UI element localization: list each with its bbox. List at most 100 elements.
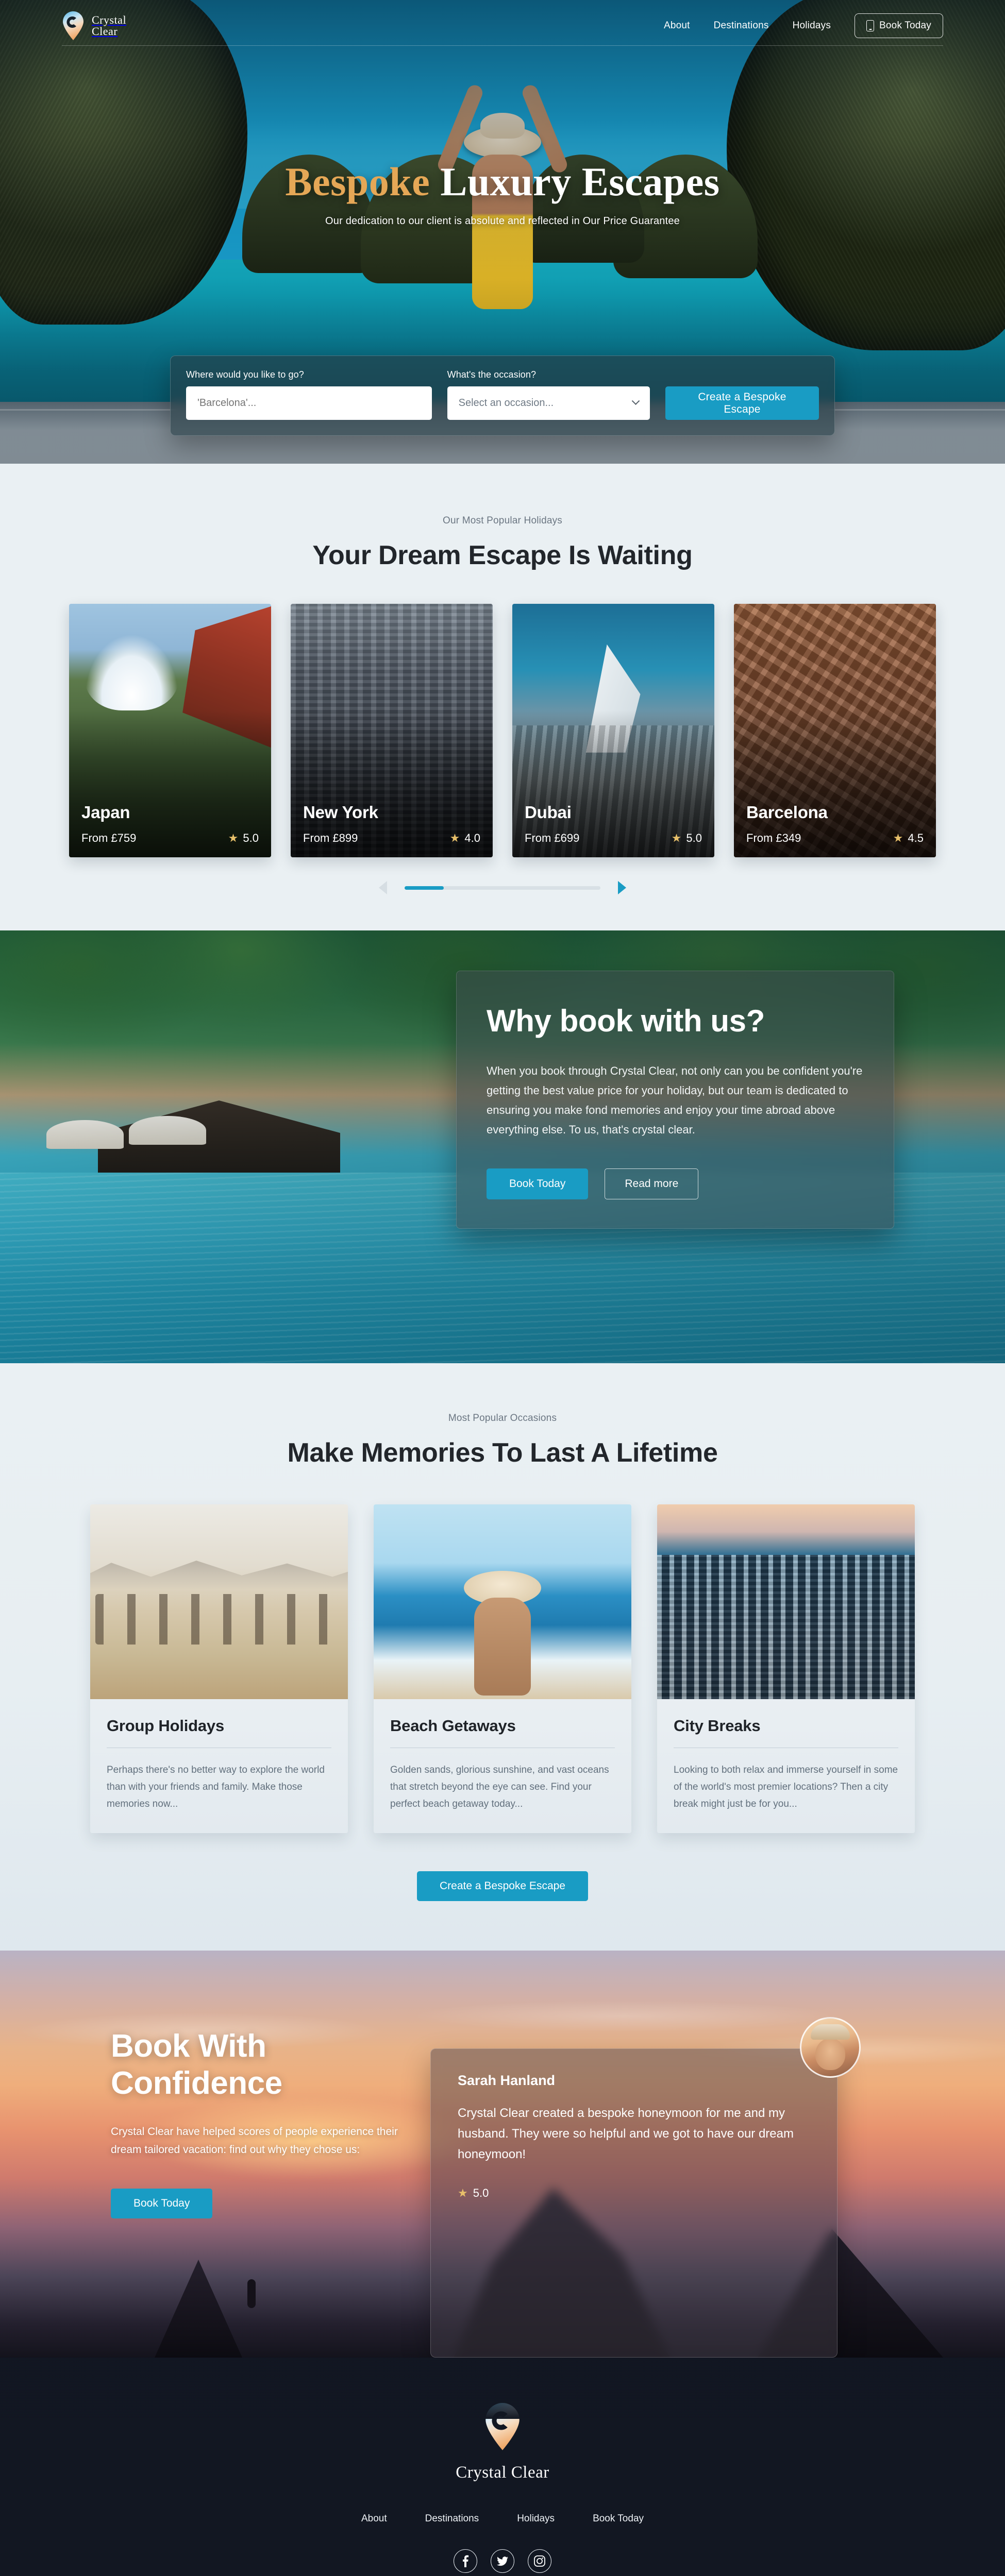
brand-name: Crystal Clear: [92, 14, 126, 37]
twitter-icon[interactable]: [491, 2549, 514, 2573]
location-pin-icon: [62, 11, 85, 41]
header-book-today-button[interactable]: Book Today: [855, 13, 943, 38]
destination-card[interactable]: Barcelona From £349 ★ 4.5: [734, 604, 936, 857]
confidence-cta-wrap: Book Today: [111, 2189, 399, 2218]
hero-title-main: Luxury Escapes: [440, 159, 720, 204]
testimonial-quote: Crystal Clear created a bespoke honeymoo…: [458, 2106, 794, 2161]
brand-logo-link[interactable]: Crystal Clear: [62, 11, 126, 41]
destination-rating-value: 5.0: [686, 832, 702, 844]
nav-item-destinations[interactable]: Destinations: [714, 20, 769, 31]
occasion-label: What's the occasion?: [447, 369, 537, 380]
destination-price: From £899: [303, 832, 358, 844]
footer-nav-holidays[interactable]: Holidays: [517, 2513, 555, 2524]
destination-input[interactable]: [186, 386, 432, 420]
destination-rating: ★ 4.5: [893, 832, 924, 845]
occasion-card[interactable]: Beach Getaways Golden sands, glorious su…: [374, 1504, 631, 1833]
destination-rating: ★ 5.0: [228, 832, 259, 845]
star-icon: ★: [893, 832, 903, 844]
occasion-image-group-holidays: [90, 1504, 348, 1699]
confidence-title-line2: Confidence: [111, 2065, 282, 2101]
why-actions: Book Today Read more: [487, 1168, 864, 1199]
star-icon: ★: [458, 2187, 468, 2199]
footer-nav-destinations[interactable]: Destinations: [425, 2513, 479, 2524]
nav-item-holidays[interactable]: Holidays: [793, 20, 831, 31]
destination-meta: From £759 ★ 5.0: [81, 832, 259, 845]
hero-copy: Bespoke Luxury Escapes Our dedication to…: [0, 160, 1005, 227]
occasions-eyebrow: Most Popular Occasions: [448, 1413, 557, 1423]
camel-desert-photo: [90, 1504, 348, 1699]
occasion-title: Beach Getaways: [390, 1717, 516, 1735]
destination-card[interactable]: Dubai From £699 ★ 5.0: [512, 604, 714, 857]
star-icon: ★: [671, 832, 682, 844]
confidence-copy: Book With Confidence Crystal Clear have …: [111, 2028, 399, 2358]
confidence-title: Book With Confidence: [111, 2028, 399, 2102]
destination-rating: ★ 5.0: [672, 832, 702, 845]
occasion-text: Perhaps there's no better way to explore…: [107, 1765, 325, 1809]
site-header: Crystal Clear About Destinations Holiday…: [0, 0, 1005, 52]
star-icon: ★: [449, 832, 460, 844]
why-book-with-us-section: Why book with us? When you book through …: [0, 930, 1005, 1363]
footer-location-pin-icon: [484, 2402, 521, 2454]
occasion-card-body: Group Holidays Perhaps there's no better…: [90, 1699, 348, 1833]
carousel-progress-fill: [405, 886, 444, 890]
why-book-today-button[interactable]: Book Today: [487, 1168, 589, 1199]
testimonial-author-name: Sarah Hanland: [458, 2073, 556, 2088]
destination-card[interactable]: New York From £899 ★ 4.0: [291, 604, 493, 857]
occasions-create-escape-button[interactable]: Create a Bespoke Escape: [417, 1871, 588, 1901]
star-icon: ★: [228, 832, 239, 844]
destination-meta: From £349 ★ 4.5: [746, 832, 924, 845]
destination-card-body: New York From £899 ★ 4.0: [291, 803, 493, 857]
destination-meta: From £899 ★ 4.0: [303, 832, 480, 845]
occasions-section: Most Popular Occasions Make Memories To …: [0, 1363, 1005, 1951]
popular-eyebrow: Our Most Popular Holidays: [442, 515, 563, 526]
occasion-title: Group Holidays: [107, 1717, 225, 1735]
destination-card-grid: Japan From £759 ★ 5.0 New York From £899…: [0, 604, 1005, 857]
city-skyline-photo: [657, 1504, 915, 1699]
confidence-body: Crystal Clear have helped scores of peop…: [111, 2126, 398, 2156]
occasion-select[interactable]: Select an occasion...: [447, 386, 650, 420]
footer-nav-book-today[interactable]: Book Today: [593, 2513, 644, 2524]
destination-rating: ★ 4.0: [450, 832, 480, 845]
destination-rating-value: 4.5: [908, 832, 924, 844]
why-read-more-button[interactable]: Read more: [605, 1168, 699, 1199]
page-root: Crystal Clear About Destinations Holiday…: [0, 0, 1005, 2576]
destination-card[interactable]: Japan From £759 ★ 5.0: [69, 604, 271, 857]
why-book-card: Why book with us? When you book through …: [456, 971, 894, 1229]
primary-nav: About Destinations Holidays Book Today: [664, 13, 943, 38]
confidence-book-today-button[interactable]: Book Today: [111, 2189, 213, 2218]
destination-name: New York: [303, 803, 378, 822]
destination-card-body: Barcelona From £349 ★ 4.5: [734, 803, 936, 857]
carousel-next-arrow-icon[interactable]: [618, 881, 626, 894]
occasion-card-grid: Group Holidays Perhaps there's no better…: [0, 1504, 1005, 1833]
beach-woman-photo: [374, 1504, 631, 1699]
why-title: Why book with us?: [487, 1004, 765, 1038]
destination-label: Where would you like to go?: [186, 369, 304, 380]
facebook-icon[interactable]: [454, 2549, 477, 2573]
confidence-title-line1: Book With: [111, 2028, 266, 2064]
occasion-card[interactable]: Group Holidays Perhaps there's no better…: [90, 1504, 348, 1833]
occasion-image-city-breaks: [657, 1504, 915, 1699]
occasion-card[interactable]: City Breaks Looking to both relax and im…: [657, 1504, 915, 1833]
hero-subtitle: Our dedication to our client is absolute…: [325, 215, 680, 227]
destination-name: Barcelona: [746, 803, 828, 822]
phone-icon: [866, 20, 875, 31]
footer-brand: Crystal Clear: [0, 2402, 1005, 2482]
footer-brand-name: Crystal Clear: [456, 2463, 549, 2482]
instagram-icon[interactable]: [528, 2549, 551, 2573]
occasions-title: Make Memories To Last A Lifetime: [287, 1438, 718, 1468]
destination-carousel-controls: [0, 881, 1005, 894]
destination-price: From £759: [81, 832, 137, 844]
destination-rating-value: 5.0: [243, 832, 259, 844]
occasion-title: City Breaks: [674, 1717, 761, 1735]
chevron-down-icon: [631, 397, 640, 405]
confidence-content: Book With Confidence Crystal Clear have …: [0, 1951, 1005, 2358]
carousel-progress-track[interactable]: [405, 886, 600, 890]
footer-nav-about[interactable]: About: [361, 2513, 387, 2524]
destination-meta: From £699 ★ 5.0: [525, 832, 702, 845]
hero-title: Bespoke Luxury Escapes: [0, 160, 1005, 204]
nav-item-about[interactable]: About: [664, 20, 690, 31]
carousel-prev-arrow-icon[interactable]: [379, 881, 387, 894]
testimonial-rating-value: 5.0: [473, 2187, 489, 2199]
footer-nav: About Destinations Holidays Book Today: [0, 2513, 1005, 2524]
create-bespoke-escape-button[interactable]: Create a Bespoke Escape: [665, 386, 819, 420]
